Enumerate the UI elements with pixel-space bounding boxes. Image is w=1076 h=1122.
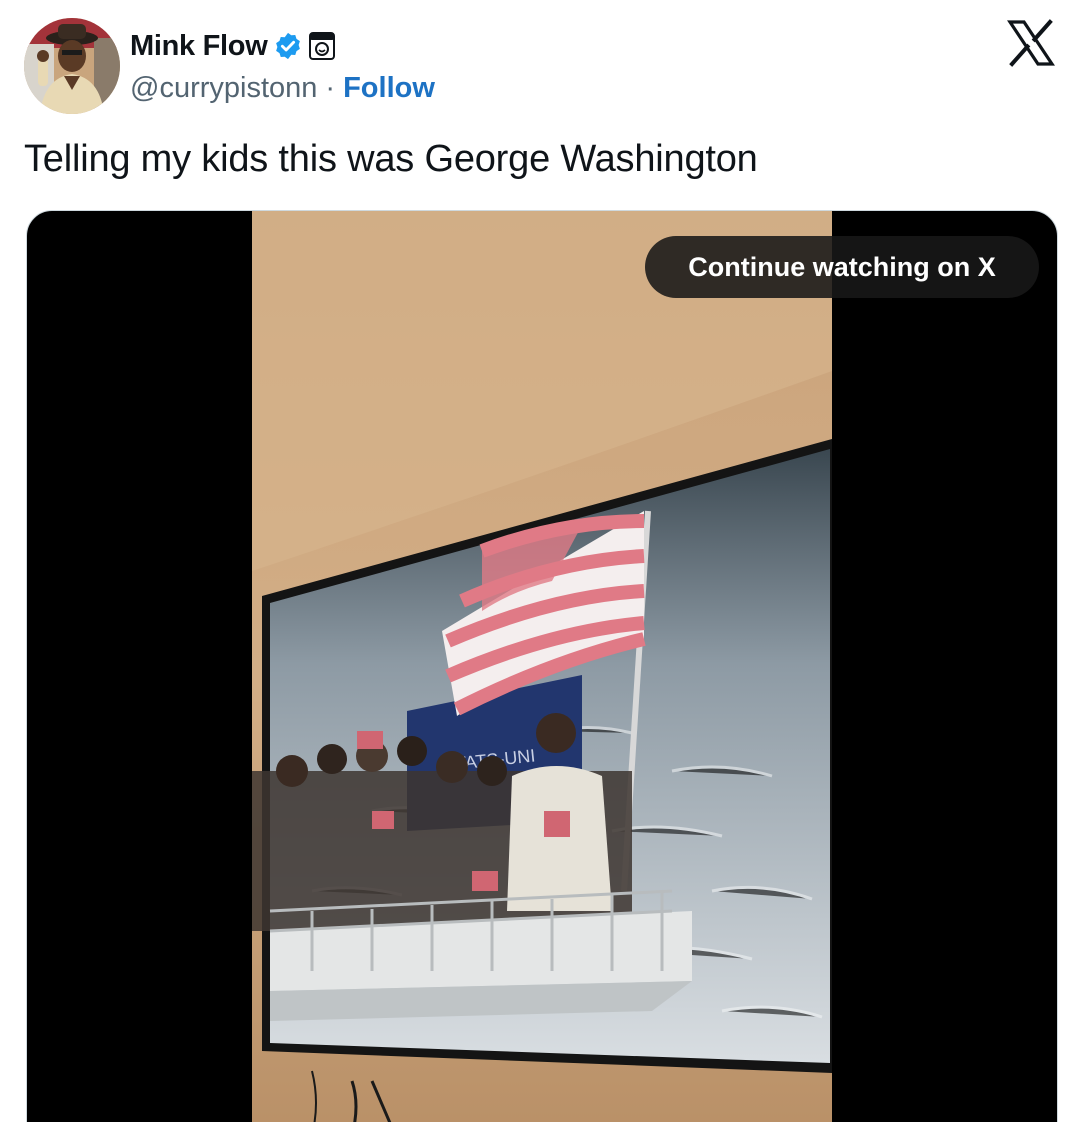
- embedded-tweet: Mink Flow @currypistonn · Follow Telling…: [0, 0, 1076, 1122]
- avatar-image: [24, 18, 120, 114]
- follow-link[interactable]: Follow: [343, 72, 435, 105]
- author-handle[interactable]: @currypistonn: [130, 72, 317, 105]
- separator-dot: ·: [325, 71, 336, 104]
- video-frame: ETATS-UNI: [252, 211, 832, 1122]
- video-player[interactable]: ETATS-UNI: [26, 210, 1058, 1122]
- verified-badge-icon: [273, 31, 303, 61]
- continue-watching-button[interactable]: Continue watching on X: [645, 236, 1039, 298]
- author-handle-row: @currypistonn · Follow: [130, 70, 435, 106]
- affiliate-badge-icon[interactable]: [309, 32, 336, 60]
- avatar[interactable]: [24, 18, 120, 114]
- author-display-name[interactable]: Mink Flow: [130, 30, 268, 63]
- author-name-row: Mink Flow: [130, 26, 336, 66]
- x-logo-icon[interactable]: [1006, 18, 1056, 68]
- tweet-text: Telling my kids this was George Washingt…: [24, 138, 758, 180]
- video-still-image: ETATS-UNI: [252, 211, 832, 1122]
